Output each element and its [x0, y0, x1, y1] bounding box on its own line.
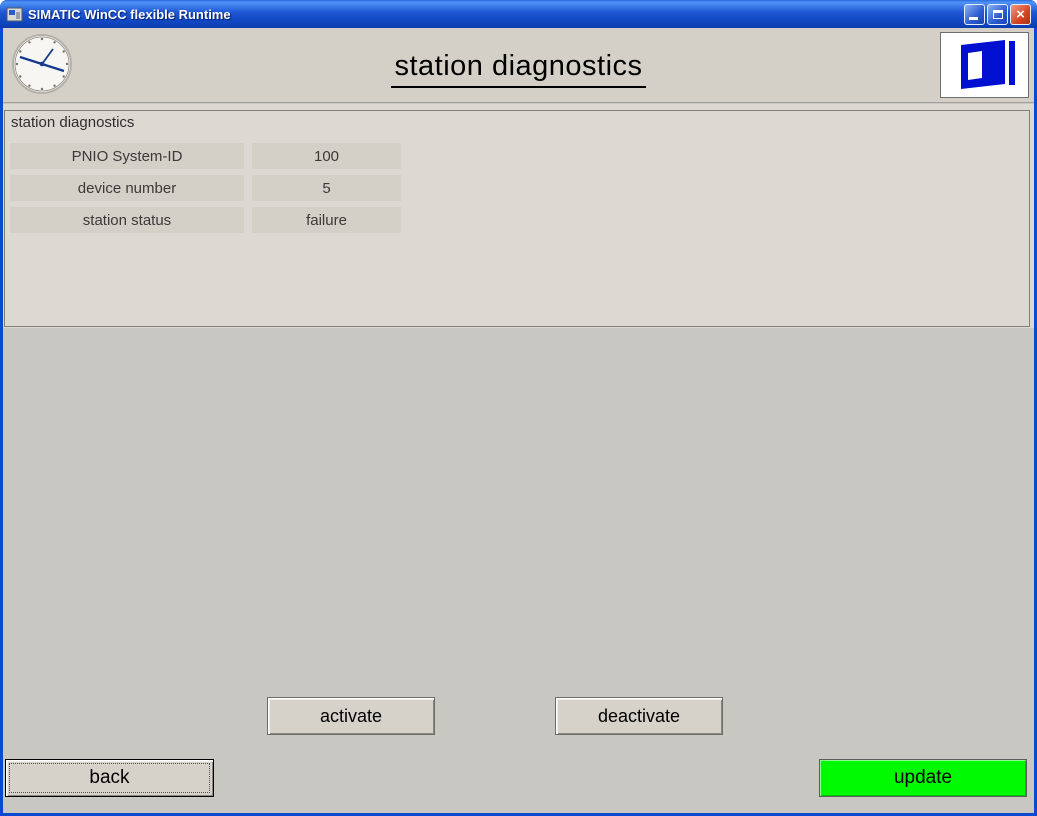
- deactivate-button[interactable]: deactivate: [555, 697, 723, 735]
- minimize-button[interactable]: [964, 3, 985, 25]
- page-title: station diagnostics: [3, 50, 1034, 88]
- exit-button[interactable]: [940, 32, 1029, 98]
- client-area: station diagnostics station diagnostics …: [3, 28, 1034, 813]
- app-icon: [6, 6, 23, 23]
- close-icon: ×: [1016, 5, 1025, 23]
- page-title-text: station diagnostics: [391, 50, 646, 88]
- table-row: station status failure: [10, 207, 401, 233]
- table-row: PNIO System-ID 100: [10, 143, 401, 169]
- diag-label-cell: station status: [10, 207, 244, 233]
- close-button[interactable]: ×: [1010, 3, 1031, 25]
- diagnostics-table: PNIO System-ID 100 device number 5 stati…: [10, 143, 401, 239]
- maximize-button[interactable]: [987, 3, 1008, 25]
- diag-label-cell: device number: [10, 175, 244, 201]
- app-window: SIMATIC WinCC flexible Runtime × station…: [0, 0, 1037, 816]
- diag-value-cell: 5: [252, 175, 401, 201]
- diagnostics-panel: station diagnostics PNIO System-ID 100 d…: [3, 104, 1034, 328]
- diagnostics-groupbox: station diagnostics PNIO System-ID 100 d…: [4, 110, 1030, 327]
- back-button[interactable]: back: [5, 759, 214, 797]
- table-row: device number 5: [10, 175, 401, 201]
- diag-value-cell: 100: [252, 143, 401, 169]
- screen-header: station diagnostics: [3, 28, 1034, 103]
- minimize-icon: [969, 16, 978, 20]
- groupbox-label: station diagnostics: [11, 114, 135, 131]
- titlebar[interactable]: SIMATIC WinCC flexible Runtime ×: [0, 0, 1037, 28]
- update-button[interactable]: update: [819, 759, 1027, 797]
- diag-label-cell: PNIO System-ID: [10, 143, 244, 169]
- diag-value-cell: failure: [252, 207, 401, 233]
- window-title: SIMATIC WinCC flexible Runtime: [28, 6, 231, 22]
- exit-door-icon: [960, 40, 1015, 89]
- maximize-icon: [992, 9, 1003, 19]
- activate-button[interactable]: activate: [267, 697, 435, 735]
